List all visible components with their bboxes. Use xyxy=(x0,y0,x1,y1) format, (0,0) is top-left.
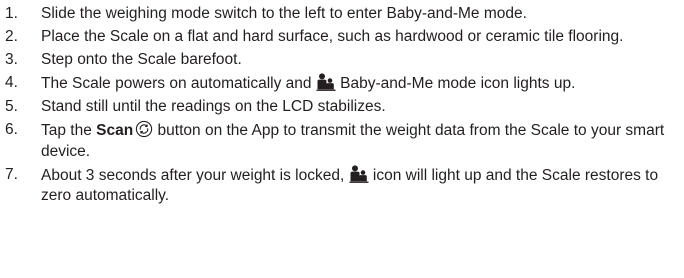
step-text: Tap the Scan button on the App to transm… xyxy=(41,120,677,162)
step-text-before: Tap the xyxy=(41,122,92,139)
step-text: Slide the weighing mode switch to the le… xyxy=(41,5,527,22)
scan-label: Scan xyxy=(96,122,134,139)
step-4: 4. The Scale powers on automatically and… xyxy=(5,73,684,95)
step-7: 7. About 3 seconds after your weight is … xyxy=(5,164,684,207)
step-number: 3. xyxy=(5,51,18,68)
step-text: About 3 seconds after your weight is loc… xyxy=(41,164,677,207)
scan-icon xyxy=(135,120,153,138)
step-text: Stand still until the readings on the LC… xyxy=(41,98,386,115)
step-text-before: The Scale powers on automatically and xyxy=(41,75,312,92)
instruction-list: 1. Slide the weighing mode switch to the… xyxy=(0,0,684,207)
step-6: 6. Tap the Scan button on the App to tra… xyxy=(5,120,684,162)
step-1: 1. Slide the weighing mode switch to the… xyxy=(5,4,684,25)
step-number: 5. xyxy=(5,98,18,115)
step-3: 3. Step onto the Scale barefoot. xyxy=(5,50,684,71)
step-text: Step onto the Scale barefoot. xyxy=(41,51,242,68)
step-text: The Scale powers on automatically and Ba… xyxy=(41,73,677,95)
step-number: 4. xyxy=(5,74,18,91)
step-2: 2. Place the Scale on a flat and hard su… xyxy=(5,27,684,48)
baby-and-me-icon xyxy=(349,164,369,183)
step-number: 6. xyxy=(5,121,18,138)
step-number: 1. xyxy=(5,5,18,22)
baby-and-me-icon xyxy=(316,73,336,91)
step-number: 2. xyxy=(5,28,18,45)
step-5: 5. Stand still until the readings on the… xyxy=(5,97,684,118)
step-text-before: About 3 seconds after your weight is loc… xyxy=(41,166,345,184)
step-text-after: Baby-and-Me mode icon lights up. xyxy=(340,75,576,92)
step-text: Place the Scale on a flat and hard surfa… xyxy=(41,28,624,45)
step-number: 7. xyxy=(5,165,18,183)
